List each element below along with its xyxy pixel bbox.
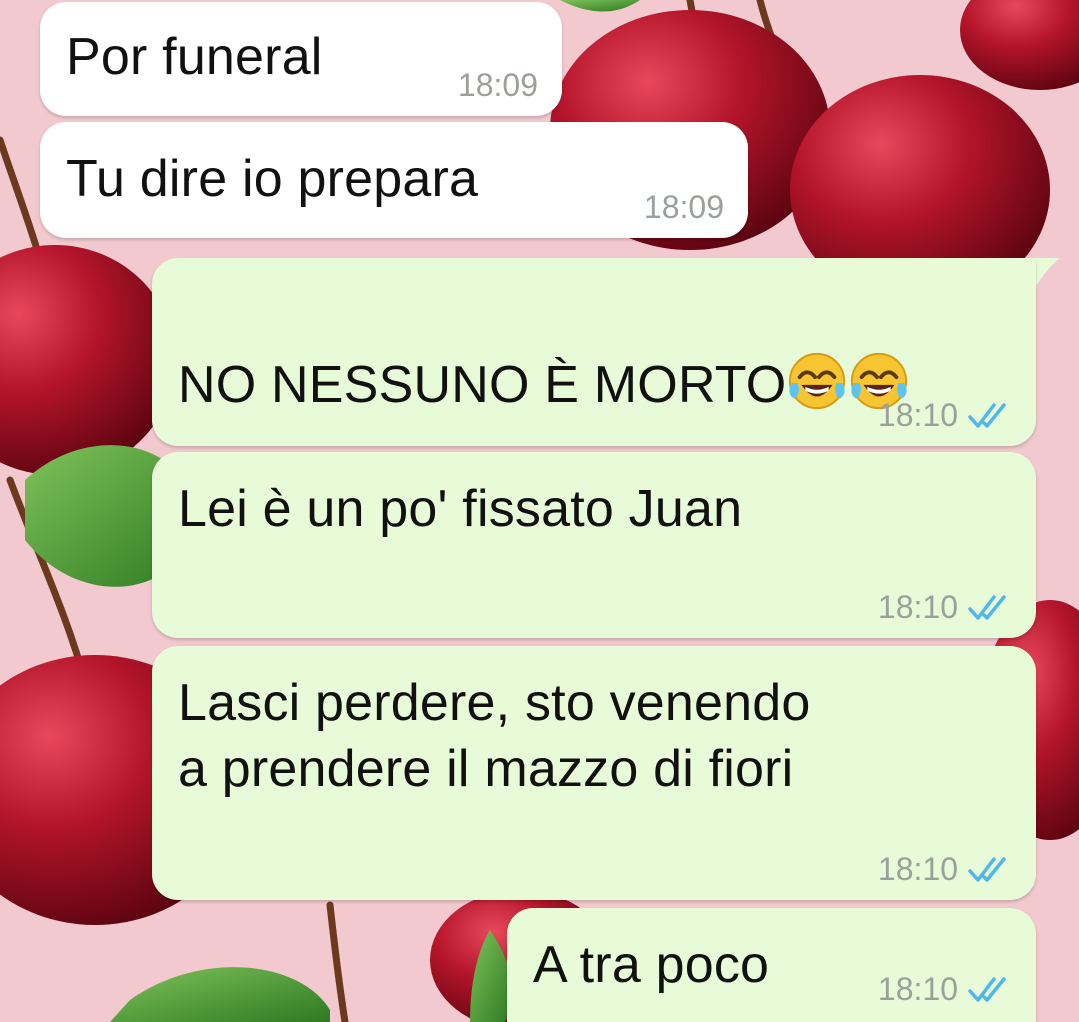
read-receipt-double-check-icon <box>968 594 1006 620</box>
message-bubble-outgoing[interactable]: NO NESSUNO È MORTO 18:10 <box>152 258 1036 544</box>
message-text: Lasci perdere, sto venendo a prendere il… <box>178 674 811 798</box>
message-timestamp: 18:10 <box>878 851 1012 888</box>
read-receipt-double-check-icon <box>968 402 1006 428</box>
message-text: A tra poco <box>533 936 770 994</box>
message-text: Tu dire io prepara <box>66 150 479 208</box>
face-with-tears-of-joy-icon <box>789 352 846 410</box>
read-receipt-double-check-icon <box>968 856 1006 882</box>
message-bubble-incoming[interactable]: Por funeral 18:09 <box>40 2 562 116</box>
message-bubble-outgoing[interactable]: Lei è un po' fissato Juan 18:10 <box>152 452 1036 638</box>
message-text: Por funeral <box>66 28 323 86</box>
message-timestamp: 18:09 <box>643 189 724 225</box>
message-bubble-incoming[interactable]: Tu dire io prepara 18:09 <box>40 122 748 238</box>
read-receipt-double-check-icon <box>968 976 1006 1002</box>
message-timestamp: 18:10 <box>878 397 1012 434</box>
message-bubble-outgoing[interactable]: A tra poco 18:10 <box>507 908 1036 1022</box>
message-text: Lei è un po' fissato Juan <box>178 480 743 538</box>
message-bubble-outgoing[interactable]: Lasci perdere, sto venendo a prendere il… <box>152 646 1036 900</box>
message-timestamp: 18:09 <box>457 67 538 103</box>
message-timestamp: 18:10 <box>878 971 1012 1008</box>
message-timestamp: 18:10 <box>878 589 1012 626</box>
